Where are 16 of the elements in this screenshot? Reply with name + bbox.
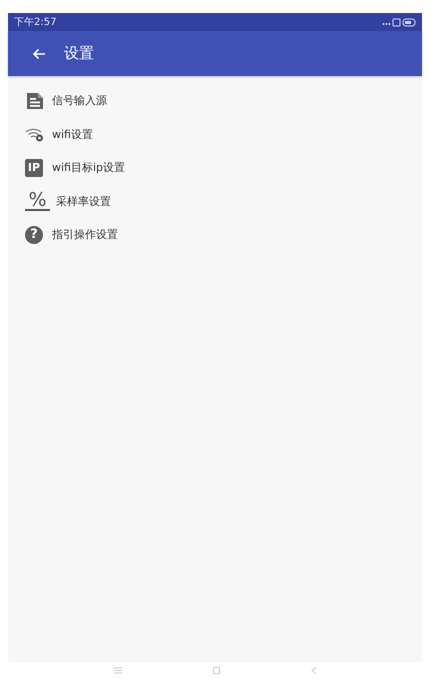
settings-item[interactable]: 信号输入源: [8, 84, 422, 118]
settings-item[interactable]: ? 指引操作设置: [8, 218, 422, 252]
back-arrow-icon[interactable]: [32, 48, 46, 60]
status-icons: [382, 17, 416, 27]
menu-icon[interactable]: [114, 667, 122, 674]
document-icon: [25, 92, 45, 110]
settings-item[interactable]: wifi设置: [8, 118, 422, 151]
ip-icon: IP: [25, 158, 43, 177]
home-icon[interactable]: [212, 667, 220, 674]
help-icon: ?: [25, 226, 43, 244]
settings-item[interactable]: % 采样率设置: [8, 184, 422, 218]
back-icon[interactable]: [310, 667, 316, 674]
wifi-gear-icon: [25, 126, 45, 142]
page-title: 设置: [64, 44, 94, 63]
status-time: 下午2:57: [14, 16, 56, 29]
settings-item[interactable]: IP wifi目标ip设置: [8, 151, 422, 184]
